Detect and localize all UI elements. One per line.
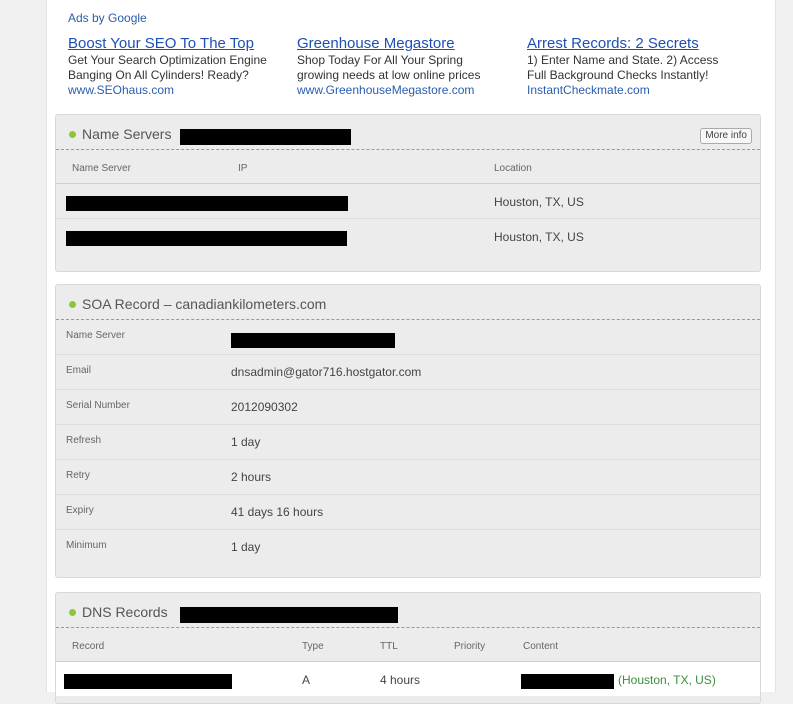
- field-label: Retry: [66, 470, 90, 481]
- table-header: Name Server IP Location: [56, 150, 760, 184]
- soa-field-row: Refresh 1 day: [56, 425, 760, 460]
- table-row: Houston, TX, US: [56, 219, 760, 253]
- field-label: Email: [66, 365, 92, 376]
- redacted-content: [521, 674, 614, 689]
- table-row: Houston, TX, US: [56, 184, 760, 219]
- panel-title: Name Servers: [82, 126, 172, 142]
- field-value: dnsadmin@gator716.hostgator.com: [231, 365, 422, 379]
- panel-header: DNS Records: [56, 593, 760, 628]
- redacted-name-server: [66, 231, 347, 246]
- table-row: A 4 hours (Houston, TX, US): [56, 662, 760, 696]
- ad-url[interactable]: www.SEOhaus.com: [68, 83, 288, 98]
- ttl-cell: 4 hours: [380, 673, 421, 687]
- ads-by-google-label[interactable]: Ads by Google: [68, 11, 147, 25]
- ad-text: Banging On All Cylinders! Ready?: [68, 68, 249, 82]
- field-label: Minimum: [66, 540, 107, 551]
- soa-field-row: Serial Number 2012090302: [56, 390, 760, 425]
- column-header: Name Server: [72, 163, 131, 174]
- field-label: Serial Number: [66, 400, 130, 411]
- ad-text: 1) Enter Name and State. 2) Access: [527, 53, 719, 67]
- more-info-button[interactable]: More info: [700, 128, 752, 144]
- ad-text: Shop Today For All Your Spring: [297, 53, 463, 67]
- panel-header: Name Servers More info: [56, 115, 760, 150]
- field-value: 1 day: [231, 540, 261, 554]
- ad-url[interactable]: www.GreenhouseMegastore.com: [297, 83, 517, 98]
- ad-text: growing needs at low online prices: [297, 68, 481, 82]
- field-value: 2012090302: [231, 400, 298, 414]
- ad-text: Get Your Search Optimization Engine: [68, 53, 267, 67]
- soa-field-row: Name Server: [56, 320, 760, 355]
- ad-item[interactable]: Boost Your SEO To The Top Get Your Searc…: [68, 34, 288, 98]
- soa-record-panel: SOA Record – canadiankilometers.com Name…: [55, 284, 761, 578]
- ad-item[interactable]: Arrest Records: 2 Secrets 1) Enter Name …: [527, 34, 767, 98]
- ad-url[interactable]: InstantCheckmate.com: [527, 83, 767, 98]
- column-header: Content: [523, 641, 559, 652]
- redacted-name-server: [66, 196, 348, 211]
- table-header: Record Type TTL Priority Content: [56, 628, 760, 662]
- column-header: Priority: [454, 641, 486, 652]
- panel-title: DNS Records: [82, 604, 168, 620]
- soa-field-row: Expiry 41 days 16 hours: [56, 495, 760, 530]
- ad-title[interactable]: Boost Your SEO To The Top: [68, 34, 288, 53]
- column-header: Record: [72, 641, 105, 652]
- redacted-domain: [180, 607, 398, 623]
- ad-text: Full Background Checks Instantly!: [527, 68, 709, 82]
- redacted-domain: [180, 129, 351, 145]
- ad-title[interactable]: Arrest Records: 2 Secrets: [527, 34, 767, 53]
- field-label: Name Server: [66, 330, 125, 341]
- column-header: TTL: [380, 641, 398, 652]
- field-value: 41 days 16 hours: [231, 505, 324, 519]
- green-bullet-icon: [69, 301, 76, 308]
- green-bullet-icon: [69, 131, 76, 138]
- field-label: Expiry: [66, 505, 94, 516]
- ad-title[interactable]: Greenhouse Megastore: [297, 34, 517, 53]
- redacted-value: [231, 333, 395, 348]
- location-cell: Houston, TX, US: [494, 230, 584, 244]
- field-value: 1 day: [231, 435, 261, 449]
- page: Ads by Google Boost Your SEO To The Top …: [46, 0, 776, 704]
- field-value: 2 hours: [231, 470, 272, 484]
- location-cell: (Houston, TX, US): [618, 673, 716, 687]
- column-header: Location: [494, 163, 532, 174]
- dns-records-panel: DNS Records Record Type TTL Priority Con…: [55, 592, 761, 704]
- name-servers-panel: Name Servers More info Name Server IP Lo…: [55, 114, 761, 272]
- column-header: IP: [238, 163, 248, 174]
- field-label: Refresh: [66, 435, 102, 446]
- column-header: Type: [302, 641, 324, 652]
- panel-header: SOA Record – canadiankilometers.com: [56, 285, 760, 320]
- green-bullet-icon: [69, 609, 76, 616]
- type-cell: A: [302, 673, 311, 687]
- soa-field-row: Minimum 1 day: [56, 530, 760, 564]
- soa-field-row: Retry 2 hours: [56, 460, 760, 495]
- panel-title: SOA Record – canadiankilometers.com: [82, 296, 327, 312]
- redacted-record: [64, 674, 232, 689]
- location-cell: Houston, TX, US: [494, 195, 584, 209]
- ad-item[interactable]: Greenhouse Megastore Shop Today For All …: [297, 34, 517, 98]
- soa-field-row: Email dnsadmin@gator716.hostgator.com: [56, 355, 760, 390]
